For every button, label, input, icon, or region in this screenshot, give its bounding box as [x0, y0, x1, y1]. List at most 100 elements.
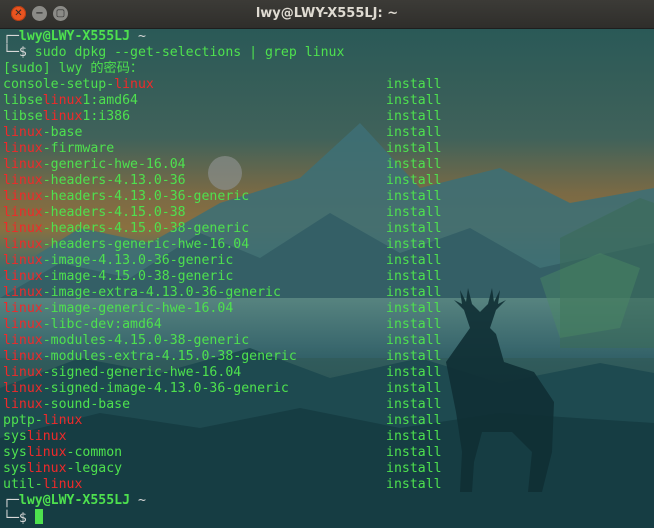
package-status: install: [386, 157, 442, 172]
package-name-suffix: -sound-base: [42, 397, 131, 412]
prompt-line: ┌─lwy@LWY-X555LJ ~: [3, 29, 651, 45]
package-row: linux-headers-generic-hwe-16.04 install: [3, 237, 651, 253]
grep-match: linux: [3, 189, 43, 204]
package-row: linux-signed-generic-hwe-16.04 install: [3, 365, 651, 381]
package-status: install: [386, 237, 442, 252]
package-status: install: [386, 333, 442, 348]
package-row: linux-libc-dev:amd64 install: [3, 317, 651, 333]
grep-match: linux: [3, 365, 43, 380]
package-status: install: [386, 445, 442, 460]
package-status: install: [386, 365, 442, 380]
package-name-prefix: pptp-: [3, 413, 43, 428]
package-row: linux-image-extra-4.13.0-36-generic insta…: [3, 285, 651, 301]
package-status: install: [386, 429, 442, 444]
package-row: linux-sound-base install: [3, 397, 651, 413]
package-status: install: [386, 477, 442, 492]
package-row: linux-generic-hwe-16.04 install: [3, 157, 651, 173]
grep-match: linux: [3, 125, 43, 140]
package-row: linux-firmware install: [3, 141, 651, 157]
package-name-prefix: sys: [3, 429, 27, 444]
text-cursor: [34, 509, 43, 524]
package-name-suffix: -modules-extra-4.15.0-38-generic: [42, 349, 297, 364]
package-row: syslinux-common install: [3, 445, 651, 461]
package-row: linux-base install: [3, 125, 651, 141]
package-name-suffix: -image-extra-4.13.0-36-generic: [42, 285, 281, 300]
package-row: syslinux-legacy install: [3, 461, 651, 477]
package-row: linux-modules-4.15.0-38-generic install: [3, 333, 651, 349]
package-name-suffix: -modules-4.15.0-38-generic: [42, 333, 250, 348]
package-row: linux-headers-4.15.0-38-generic install: [3, 221, 651, 237]
package-name-prefix: sys: [3, 445, 27, 460]
package-status: install: [386, 285, 442, 300]
grep-match: linux: [42, 109, 83, 124]
prompt-line-2: ┌─lwy@LWY-X555LJ ~: [3, 493, 651, 509]
package-name-suffix: -signed-image-4.13.0-36-generic: [42, 381, 289, 396]
input-line[interactable]: └─$: [3, 509, 651, 526]
package-status: install: [386, 189, 442, 204]
package-name-suffix: -signed-generic-hwe-16.04: [42, 365, 242, 380]
package-status: install: [386, 397, 442, 412]
package-name-prefix: libse: [3, 109, 43, 124]
package-row: linux-image-generic-hwe-16.04 install: [3, 301, 651, 317]
package-row: syslinux install: [3, 429, 651, 445]
prompt-cwd-2: ~: [138, 493, 146, 508]
package-status: install: [386, 125, 442, 140]
grep-match: linux: [114, 77, 154, 92]
package-status: install: [386, 461, 442, 476]
package-row: linux-image-4.15.0-38-generic install: [3, 269, 651, 285]
prompt-cwd: ~: [138, 29, 146, 44]
package-status: install: [386, 141, 442, 156]
package-name-suffix: -headers-4.13.0-36: [42, 173, 186, 188]
grep-match: linux: [3, 381, 43, 396]
package-name-suffix: -headers-generic-hwe-16.04: [42, 237, 250, 252]
package-status: install: [386, 77, 442, 92]
terminal-window: ✕ − ▢ lwy@LWY-X555LJ: ~ ┌─lwy@LWY-X555LJ…: [0, 0, 654, 528]
package-list: console-setup-linux install libselinux1:am…: [3, 77, 651, 493]
grep-match: linux: [3, 317, 43, 332]
package-name-suffix: -image-generic-hwe-16.04: [42, 301, 234, 316]
prompt-corner-2: ┌─: [3, 493, 19, 508]
command-text: sudo dpkg --get-selections | grep linux: [34, 45, 345, 60]
prompt-user-host: lwy@LWY-X555LJ: [18, 29, 131, 44]
grep-match: linux: [42, 93, 83, 108]
package-name-suffix: -libc-dev:amd64: [42, 317, 162, 332]
package-row: libselinux1:amd64 install: [3, 93, 651, 109]
grep-match: linux: [3, 141, 43, 156]
grep-match: linux: [3, 333, 43, 348]
title-bar: ✕ − ▢ lwy@LWY-X555LJ: ~: [0, 0, 654, 29]
package-status: install: [386, 381, 442, 396]
terminal-output[interactable]: ┌─lwy@LWY-X555LJ ~ └─$ sudo dpkg --get-s…: [3, 29, 651, 526]
package-row: linux-headers-4.15.0-38 install: [3, 205, 651, 221]
prompt-arrow: └─$: [3, 45, 27, 60]
grep-match: linux: [26, 429, 67, 444]
package-name-prefix: console-setup-: [3, 77, 115, 92]
package-row: linux-modules-extra-4.15.0-38-generic ins…: [3, 349, 651, 365]
sudo-prompt: [sudo] lwy 的密码：: [3, 61, 144, 76]
grep-match: linux: [26, 445, 67, 460]
package-name-suffix: -common: [66, 445, 123, 460]
grep-match: linux: [3, 253, 43, 268]
package-row: console-setup-linux install: [3, 77, 651, 93]
grep-match: linux: [3, 237, 43, 252]
grep-match: linux: [42, 413, 83, 428]
package-row: linux-headers-4.13.0-36 install: [3, 173, 651, 189]
package-name-suffix: -headers-4.15.0-38: [42, 205, 186, 220]
grep-match: linux: [3, 157, 43, 172]
package-name-suffix: 1:i386: [82, 109, 131, 124]
grep-match: linux: [3, 397, 43, 412]
package-status: install: [386, 93, 442, 108]
package-name-suffix: -firmware: [42, 141, 115, 156]
package-row: linux-signed-image-4.13.0-36-generic inst…: [3, 381, 651, 397]
grep-match: linux: [3, 269, 43, 284]
grep-match: linux: [3, 285, 43, 300]
package-name-prefix: sys: [3, 461, 27, 476]
package-name-prefix: util-: [3, 477, 43, 492]
package-status: install: [386, 413, 442, 428]
package-name-suffix: 1:amd64: [82, 93, 138, 108]
grep-match: linux: [42, 477, 83, 492]
package-name-suffix: -headers-4.15.0-38-generic: [42, 221, 250, 236]
package-name-suffix: -legacy: [66, 461, 123, 476]
package-name-suffix: -generic-hwe-16.04: [42, 157, 186, 172]
prompt-corner: ┌─: [3, 29, 19, 44]
package-status: install: [386, 301, 442, 316]
